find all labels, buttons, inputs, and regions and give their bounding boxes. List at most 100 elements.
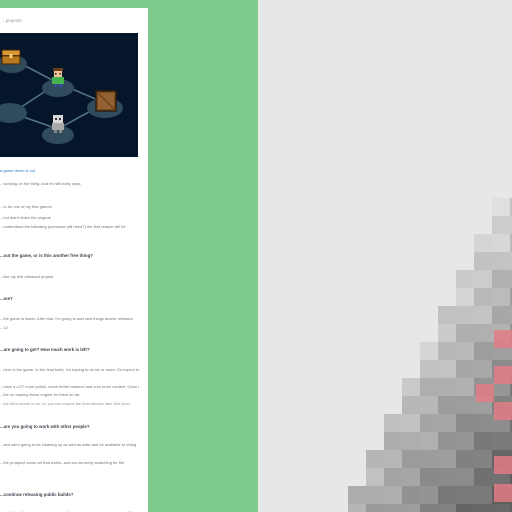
pixel-block <box>384 504 402 512</box>
pixel-block <box>402 414 420 432</box>
document-top-label: ...projects <box>2 18 22 23</box>
pixel-block <box>348 504 366 512</box>
section-heading: ...are you going to work with other peop… <box>0 424 90 429</box>
pixel-block <box>420 342 438 360</box>
pixel-block <box>438 306 456 324</box>
pixel-block <box>492 252 510 270</box>
section-heading: ...continue releasing public builds? <box>0 492 74 497</box>
paragraph-line: ...the game is faster. After that, I'm g… <box>0 316 133 321</box>
pixel-block <box>474 450 492 468</box>
pixel-block <box>366 450 384 468</box>
pixel-block <box>492 198 510 216</box>
paragraph-line: ...understand the following (someone wil… <box>0 224 126 229</box>
pixel-block <box>474 270 492 288</box>
pixel-block <box>456 288 474 306</box>
pixel-block <box>438 486 456 504</box>
paragraph-line: ...working on the thing. And it's still … <box>0 181 82 186</box>
red-pixel-block <box>494 484 512 502</box>
pixel-block <box>366 486 384 504</box>
red-pixel-block <box>494 366 512 384</box>
pixel-block <box>420 450 438 468</box>
treasure-chest-icon <box>1 49 21 65</box>
pixel-block <box>492 288 510 306</box>
pixel-block <box>438 378 456 396</box>
pixel-block <box>492 270 510 288</box>
pixel-block <box>456 324 474 342</box>
pixel-block <box>420 360 438 378</box>
pixel-block <box>456 486 474 504</box>
pixel-block <box>456 450 474 468</box>
pixel-block <box>420 486 438 504</box>
pixel-block <box>438 360 456 378</box>
section-heading: ...are going to get? How much work is le… <box>0 347 90 352</box>
pixel-block <box>402 450 420 468</box>
paragraph-line: ...to be one of my first games <box>0 204 52 209</box>
paragraph-line: ...12. <box>0 325 9 330</box>
link-text[interactable]: a game demo is out <box>0 168 35 173</box>
pixel-block <box>474 414 492 432</box>
paragraph-line: ...the on making these engine for them s… <box>0 392 81 397</box>
pixel-block <box>438 396 456 414</box>
pixel-block <box>456 342 474 360</box>
pixel-block <box>492 306 510 324</box>
pixel-block <box>456 360 474 378</box>
pixel-block <box>474 486 492 504</box>
pixel-block <box>474 234 492 252</box>
paragraph-line: ...have a LOT more polish, much better b… <box>0 384 140 389</box>
pixel-block <box>420 378 438 396</box>
pixel-block <box>420 468 438 486</box>
red-pixel-block <box>494 402 512 420</box>
pixel-block <box>438 324 456 342</box>
pixel-block <box>438 468 456 486</box>
pixel-block <box>492 234 510 252</box>
pixel-block <box>456 396 474 414</box>
pixel-block <box>402 432 420 450</box>
pixel-block <box>474 432 492 450</box>
pixel-block <box>456 504 474 512</box>
game-node-map-svg <box>0 33 138 157</box>
section-heading: ...out the game, or is this another free… <box>0 253 93 258</box>
pixel-block <box>474 468 492 486</box>
pixel-block <box>456 270 474 288</box>
pixel-block <box>474 306 492 324</box>
pixel-block <box>402 486 420 504</box>
pixel-block <box>474 342 492 360</box>
pixel-block <box>456 468 474 486</box>
pixel-block <box>402 504 420 512</box>
pixel-block <box>402 396 420 414</box>
pixel-block <box>474 288 492 306</box>
pixel-block <box>384 432 402 450</box>
pixel-block <box>474 360 492 378</box>
pixel-block <box>438 414 456 432</box>
pixel-block <box>492 216 510 234</box>
pixel-block <box>420 504 438 512</box>
pixel-block <box>456 414 474 432</box>
pixel-block <box>438 342 456 360</box>
pixel-block <box>420 396 438 414</box>
pixel-block <box>438 504 456 512</box>
document-panel: ...projects a game demo is out ...workin… <box>0 8 149 512</box>
paragraph-line: ...the third month or so, so you can exp… <box>0 401 131 406</box>
pixel-block <box>366 468 384 486</box>
pixel-block <box>456 432 474 450</box>
pixel-block <box>438 432 456 450</box>
pixel-block <box>474 504 492 512</box>
green-background-area <box>148 0 258 512</box>
pixel-block <box>402 378 420 396</box>
pixel-block <box>492 504 510 512</box>
section-heading: ...me? <box>0 296 13 301</box>
pixel-block <box>420 414 438 432</box>
pixel-block <box>438 450 456 468</box>
pixel-block <box>384 450 402 468</box>
zoomed-pixel-art <box>348 198 512 512</box>
pixel-block <box>402 468 420 486</box>
pixel-block <box>456 378 474 396</box>
wooden-crate-icon <box>95 90 117 112</box>
paragraph-line: ...like my first released project. <box>0 274 55 279</box>
pixel-block <box>420 432 438 450</box>
pixel-block <box>384 414 402 432</box>
red-pixel-block <box>476 384 494 402</box>
pixel-block <box>474 252 492 270</box>
pixel-block <box>492 432 510 450</box>
pixel-block <box>366 504 384 512</box>
